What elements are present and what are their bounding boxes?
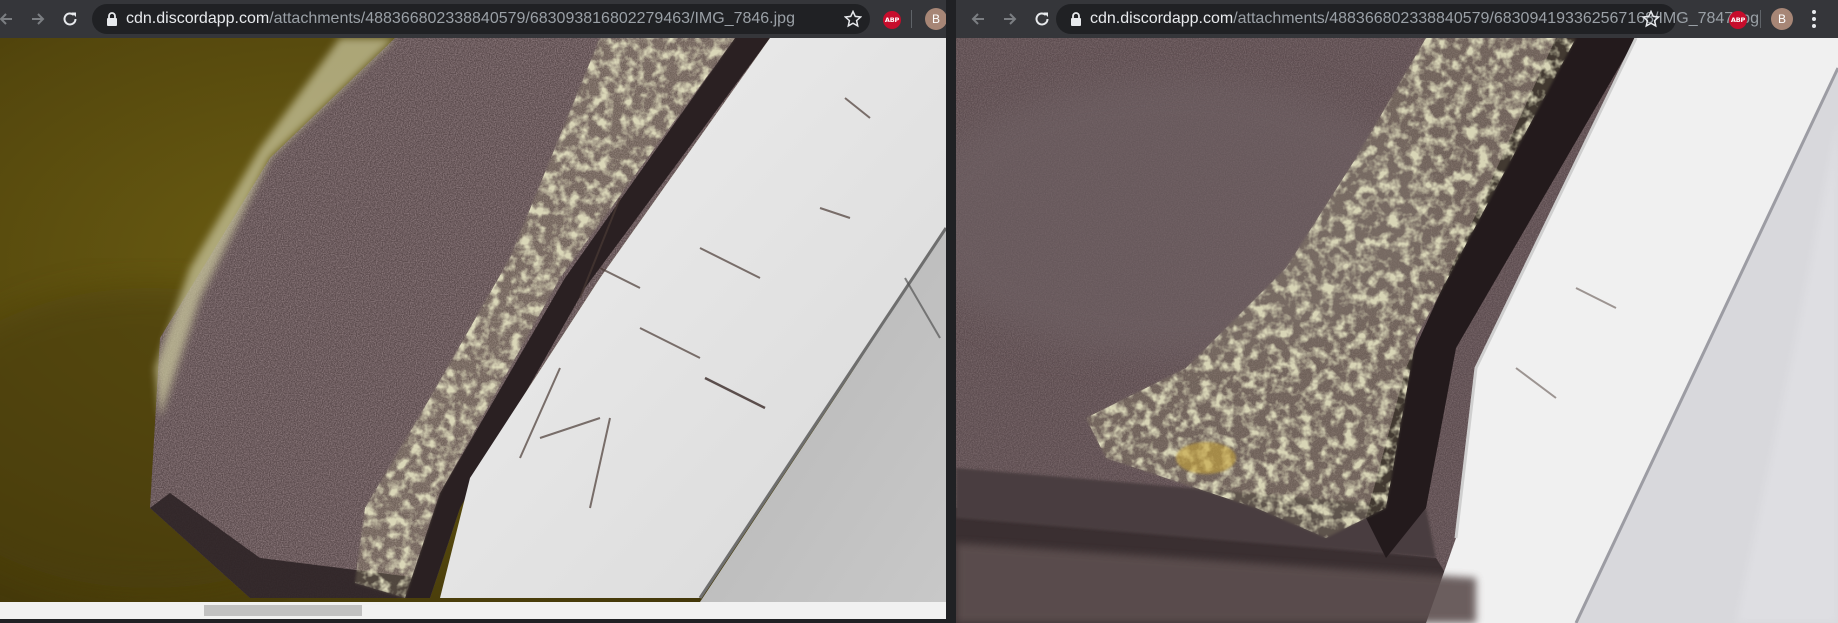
image-viewport (0, 38, 946, 602)
adblock-plus-icon[interactable]: ABP (1729, 11, 1747, 29)
browser-toolbar: cdn.discordapp.com/attachments/488366802… (0, 0, 946, 38)
reload-icon[interactable] (1032, 9, 1052, 29)
url-text: cdn.discordapp.com/attachments/488366802… (126, 4, 795, 34)
url-host: cdn.discordapp.com (126, 10, 270, 27)
forward-arrow-icon[interactable] (28, 9, 48, 29)
url-path: /attachments/488366802338840579/68309419… (1233, 10, 1759, 27)
profile-avatar[interactable]: B (1771, 8, 1793, 30)
address-bar[interactable]: cdn.discordapp.com/attachments/488366802… (92, 4, 870, 34)
adblock-plus-icon[interactable]: ABP (883, 11, 901, 29)
address-bar[interactable]: cdn.discordapp.com/attachments/488366802… (1056, 4, 1759, 34)
profile-avatar[interactable]: B (925, 8, 946, 30)
back-arrow-icon[interactable] (0, 9, 16, 29)
photo-img-7846 (0, 38, 946, 602)
image-viewport (956, 38, 1838, 623)
toolbar-separator (1760, 10, 1761, 28)
lock-icon (107, 12, 117, 26)
browser-toolbar: cdn.discordapp.com/attachments/488366802… (956, 0, 1838, 38)
star-icon[interactable] (1642, 10, 1660, 28)
forward-arrow-icon[interactable] (1000, 9, 1020, 29)
browser-window-right: cdn.discordapp.com/attachments/488366802… (956, 0, 1838, 623)
lock-icon (1071, 12, 1081, 26)
scrollbar-thumb[interactable] (204, 605, 362, 616)
photo-img-7847 (956, 38, 1838, 623)
back-arrow-icon[interactable] (968, 9, 988, 29)
horizontal-scrollbar[interactable] (0, 602, 946, 619)
browser-window-left: cdn.discordapp.com/attachments/488366802… (0, 0, 946, 623)
toolbar-separator (911, 10, 912, 28)
reload-icon[interactable] (60, 9, 80, 29)
url-path: /attachments/488366802338840579/68309381… (269, 10, 795, 27)
star-icon[interactable] (844, 10, 862, 28)
kebab-menu-icon[interactable] (1811, 10, 1817, 28)
url-host: cdn.discordapp.com (1090, 10, 1234, 27)
